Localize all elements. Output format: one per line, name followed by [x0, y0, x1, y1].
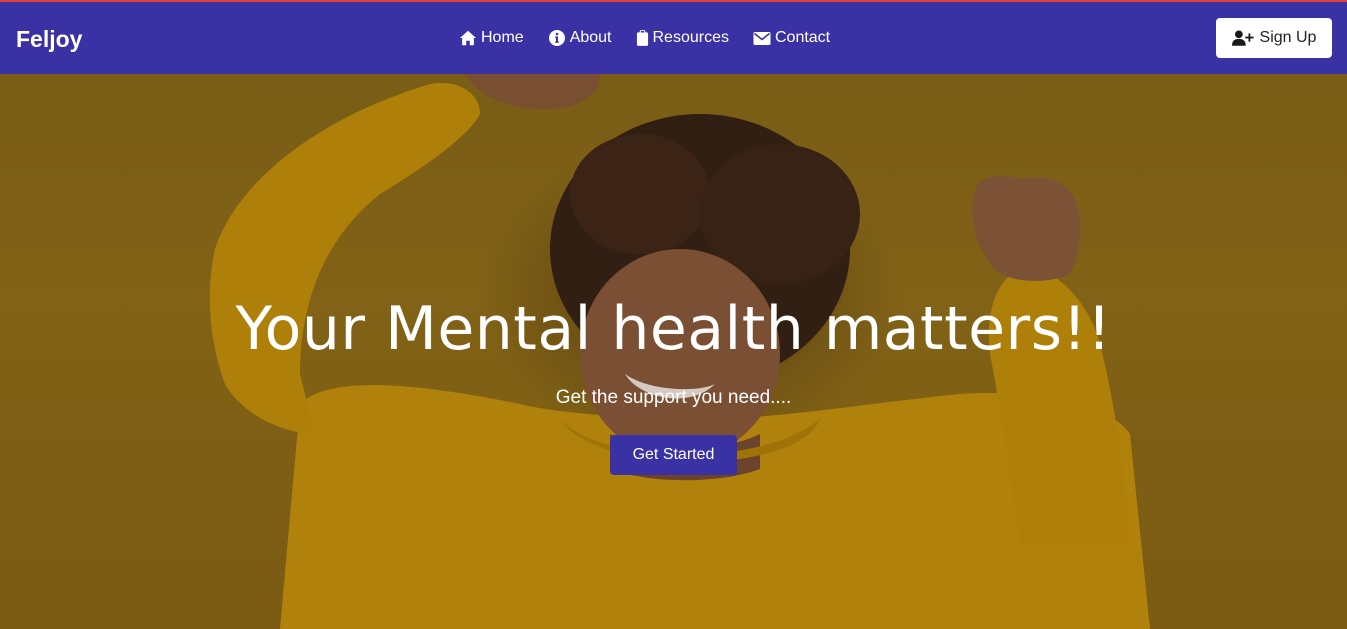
page: Feljoy Home About Resources Contact Sign… [0, 0, 1347, 629]
navbar: Feljoy Home About Resources Contact Sign… [0, 2, 1347, 74]
nav-item-about[interactable]: About [548, 26, 612, 50]
info-circle-icon [548, 30, 565, 46]
nav-item-label: Contact [774, 29, 831, 46]
envelope-icon [753, 31, 771, 45]
sign-up-label: Sign Up [1259, 29, 1317, 46]
nav-item-resources[interactable]: Resources [636, 26, 729, 50]
get-started-button[interactable]: Get Started [610, 435, 737, 475]
nav-item-contact[interactable]: Contact [753, 26, 830, 50]
nav-item-home[interactable]: Home [459, 26, 524, 50]
sign-up-button[interactable]: Sign Up [1216, 18, 1332, 58]
user-plus-icon [1231, 30, 1254, 46]
home-icon [459, 30, 477, 46]
nav-item-label: About [569, 29, 612, 46]
clipboard-icon [636, 30, 648, 46]
hero-section: Your Mental health matters!! Get the sup… [0, 74, 1347, 629]
nav-item-label: Home [481, 29, 524, 46]
nav-links: Home About Resources Contact [459, 26, 854, 50]
brand-logo[interactable]: Feljoy [16, 26, 82, 52]
nav-item-label: Resources [652, 29, 729, 46]
hero-subtitle: Get the support you need.... [555, 387, 792, 408]
hero-title: Your Mental health matters!! [235, 294, 1112, 364]
